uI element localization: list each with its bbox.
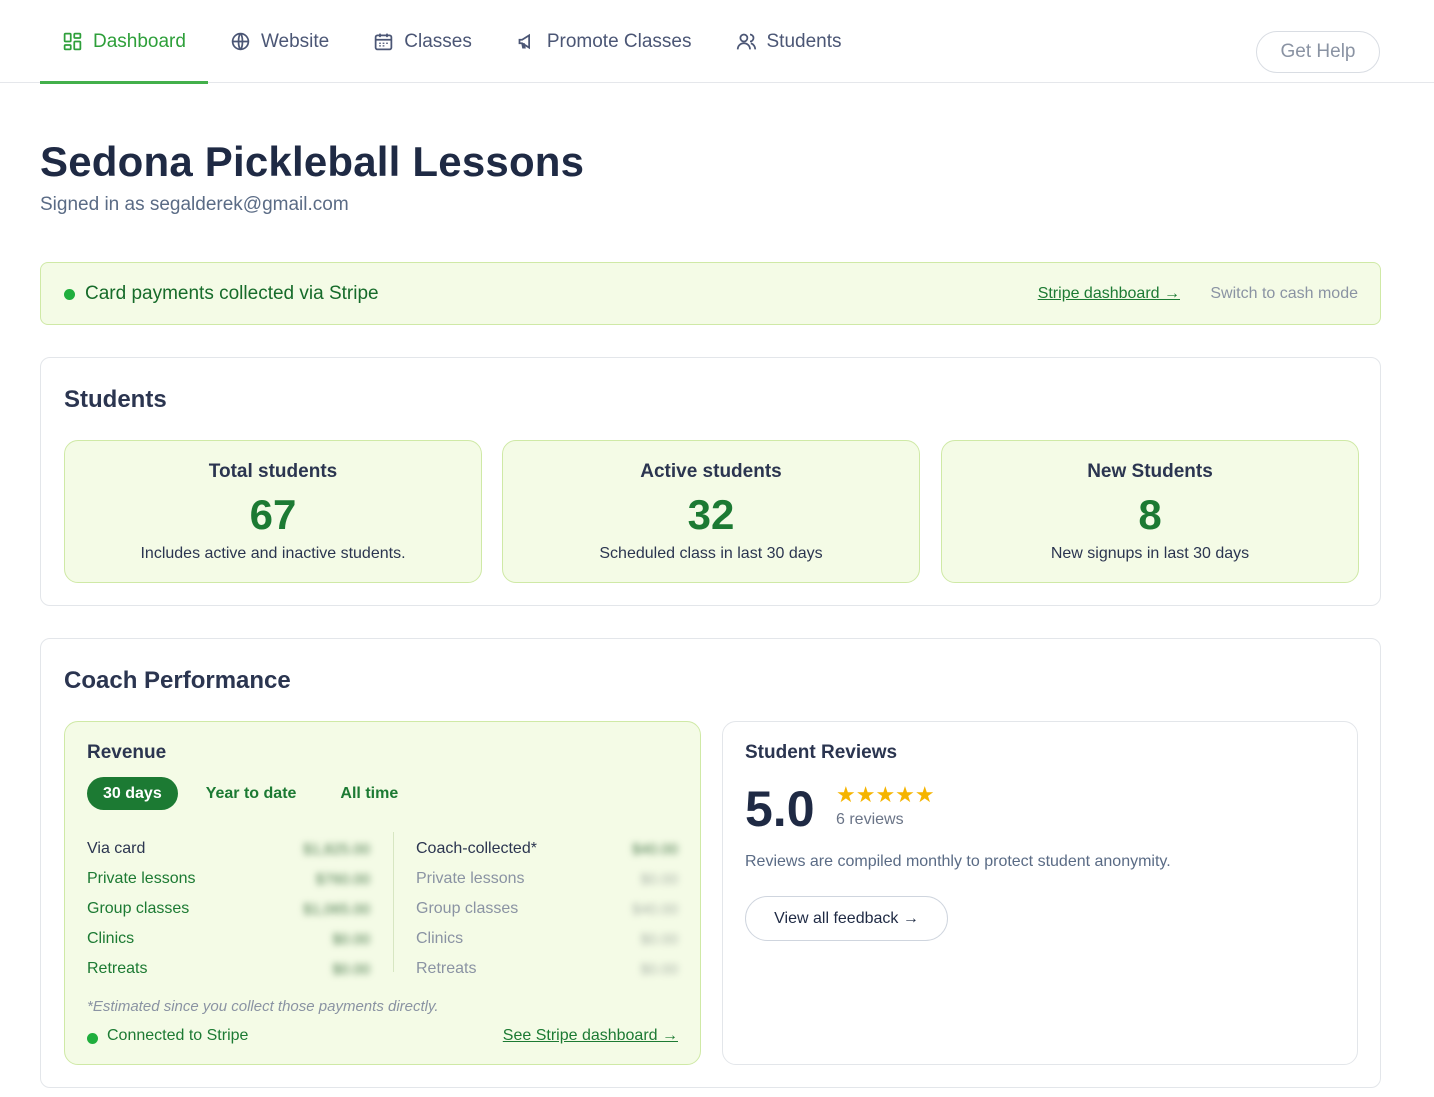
review-count: 6 reviews bbox=[836, 811, 904, 828]
revenue-value: $0.00 bbox=[640, 870, 678, 888]
revenue-row: Private lessons $760.00 bbox=[87, 864, 370, 894]
status-dot-icon bbox=[64, 289, 75, 300]
megaphone-icon bbox=[518, 33, 530, 50]
globe-icon bbox=[231, 32, 250, 51]
stat-new-students: New Students 8 New signups in last 30 da… bbox=[941, 440, 1359, 583]
tab-label: Classes bbox=[404, 30, 472, 52]
banner-message: Card payments collected via Stripe bbox=[85, 283, 379, 304]
stat-active-students: Active students 32 Scheduled class in la… bbox=[502, 440, 920, 583]
coach-performance-title: Coach Performance bbox=[64, 667, 291, 694]
tab-label: Website bbox=[260, 30, 330, 52]
revenue-value: $0.00 bbox=[640, 930, 678, 948]
estimate-note: *Estimated since you collect those payme… bbox=[87, 998, 439, 1015]
revenue-label: Group classes bbox=[87, 900, 190, 917]
revenue-value: $1,065.00 bbox=[303, 900, 370, 918]
revenue-label: Coach-collected* bbox=[416, 840, 537, 857]
revenue-row: Private lessons $0.00 bbox=[416, 864, 678, 894]
revenue-value: $0.00 bbox=[640, 960, 678, 978]
period-year-to-date-button[interactable]: Year to date bbox=[190, 777, 313, 810]
stat-label: Total students bbox=[208, 461, 338, 482]
calendar-icon bbox=[375, 33, 393, 51]
tab-label: Dashboard bbox=[93, 30, 186, 52]
nav-tabs: Dashboard Website Classes Promote Classe… bbox=[40, 0, 864, 84]
revenue-row: Group classes $40.00 bbox=[416, 894, 678, 924]
dashboard-grid-icon bbox=[63, 32, 82, 51]
tab-classes[interactable]: Classes bbox=[351, 0, 494, 83]
revenue-title: Revenue bbox=[87, 742, 167, 763]
revenue-row: Clinics $0.00 bbox=[416, 924, 678, 954]
revenue-value: $40.00 bbox=[632, 840, 678, 858]
revenue-label: Retreats bbox=[416, 960, 477, 977]
tab-promote-classes[interactable]: Promote Classes bbox=[494, 0, 714, 83]
revenue-value: $0.00 bbox=[332, 930, 370, 948]
status-dot-icon bbox=[87, 1033, 98, 1044]
page-title: Sedona Pickleball Lessons bbox=[40, 138, 585, 185]
students-card: Students Total students 67 Includes acti… bbox=[40, 357, 1381, 606]
get-help-button[interactable]: Get Help bbox=[1256, 31, 1380, 73]
student-reviews-panel: Student Reviews 5.0 ★★★★★ 6 reviews Revi… bbox=[722, 721, 1358, 1065]
stat-note: Includes active and inactive students. bbox=[140, 545, 406, 562]
revenue-row: Coach-collected* $40.00 bbox=[416, 834, 678, 864]
period-selector: 30 days Year to date All time bbox=[87, 777, 426, 810]
revenue-label: Clinics bbox=[87, 930, 135, 947]
reviews-note: Reviews are compiled monthly to protect … bbox=[745, 853, 1171, 870]
revenue-row: Group classes $1,065.00 bbox=[87, 894, 370, 924]
card-revenue-list: Via card $1,825.00 Private lessons $760.00… bbox=[87, 834, 370, 984]
reviews-title: Student Reviews bbox=[745, 742, 898, 763]
stat-value: 8 bbox=[1138, 491, 1162, 538]
stripe-dashboard-link[interactable]: Stripe dashboard → bbox=[1038, 285, 1180, 303]
revenue-label: Clinics bbox=[416, 930, 464, 947]
students-title: Students bbox=[64, 386, 167, 413]
revenue-panel: Revenue 30 days Year to date All time Vi… bbox=[64, 721, 701, 1065]
stat-note: Scheduled class in last 30 days bbox=[599, 545, 823, 562]
top-nav: Dashboard Website Classes Promote Classe… bbox=[0, 0, 1434, 84]
switch-cash-mode-link[interactable]: Switch to cash mode bbox=[1210, 285, 1358, 303]
revenue-divider bbox=[393, 832, 394, 972]
period-30-days-button[interactable]: 30 days bbox=[87, 777, 178, 810]
tab-label: Promote Classes bbox=[546, 30, 692, 52]
revenue-row: Clinics $0.00 bbox=[87, 924, 370, 954]
view-all-feedback-button[interactable]: View all feedback → bbox=[745, 896, 948, 941]
stat-note: New signups in last 30 days bbox=[1050, 545, 1250, 562]
revenue-value: $1,825.00 bbox=[303, 840, 370, 858]
tab-label: Students bbox=[766, 30, 842, 52]
revenue-value: $760.00 bbox=[315, 870, 370, 888]
stat-value: 67 bbox=[249, 491, 297, 538]
stat-label: Active students bbox=[640, 461, 782, 482]
see-stripe-dashboard-link[interactable]: See Stripe dashboard → bbox=[503, 1027, 678, 1045]
revenue-row: Retreats $0.00 bbox=[416, 954, 678, 984]
revenue-row: Retreats $0.00 bbox=[87, 954, 370, 984]
stat-total-students: Total students 67 Includes active and in… bbox=[64, 440, 482, 583]
revenue-value: $40.00 bbox=[632, 900, 678, 918]
stripe-banner: Card payments collected via Stripe Strip… bbox=[40, 262, 1381, 325]
coach-revenue-list: Coach-collected* $40.00 Private lessons $0… bbox=[416, 834, 678, 984]
revenue-label: Group classes bbox=[416, 900, 519, 917]
rating-value: 5.0 bbox=[745, 781, 815, 837]
revenue-row: Via card $1,825.00 bbox=[87, 834, 370, 864]
revenue-label: Private lessons bbox=[87, 870, 196, 887]
connected-status: Connected to Stripe bbox=[107, 1027, 249, 1044]
star-rating-icon: ★★★★★ bbox=[836, 782, 935, 807]
signed-in-text: Signed in as segalderek@gmail.com bbox=[40, 194, 349, 215]
period-all-time-button[interactable]: All time bbox=[324, 777, 414, 810]
revenue-label: Private lessons bbox=[416, 870, 525, 887]
users-icon bbox=[736, 33, 756, 50]
tab-website[interactable]: Website bbox=[208, 0, 351, 83]
tab-students[interactable]: Students bbox=[714, 0, 864, 83]
revenue-label: Via card bbox=[87, 840, 146, 857]
tab-dashboard[interactable]: Dashboard bbox=[40, 0, 208, 84]
stat-label: New Students bbox=[1087, 461, 1213, 482]
stat-value: 32 bbox=[687, 491, 735, 538]
revenue-value: $0.00 bbox=[332, 960, 370, 978]
coach-performance-card: Coach Performance Revenue 30 days Year t… bbox=[40, 638, 1381, 1088]
revenue-label: Retreats bbox=[87, 960, 148, 977]
